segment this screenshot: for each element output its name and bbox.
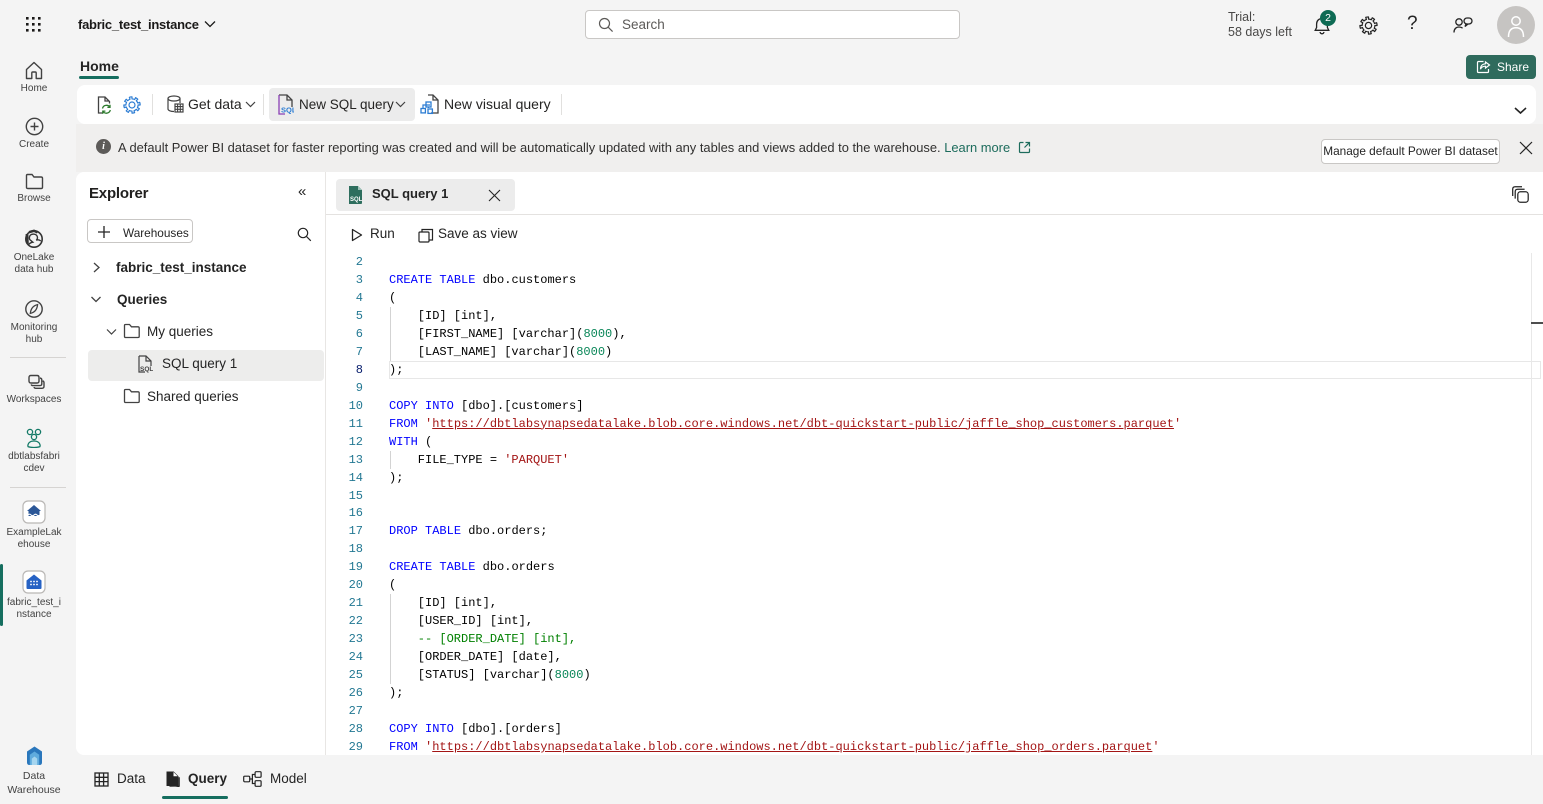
svg-text:SQL: SQL (140, 366, 153, 373)
svg-text:SQL: SQL (281, 106, 294, 115)
svg-text:SQL: SQL (350, 197, 363, 203)
